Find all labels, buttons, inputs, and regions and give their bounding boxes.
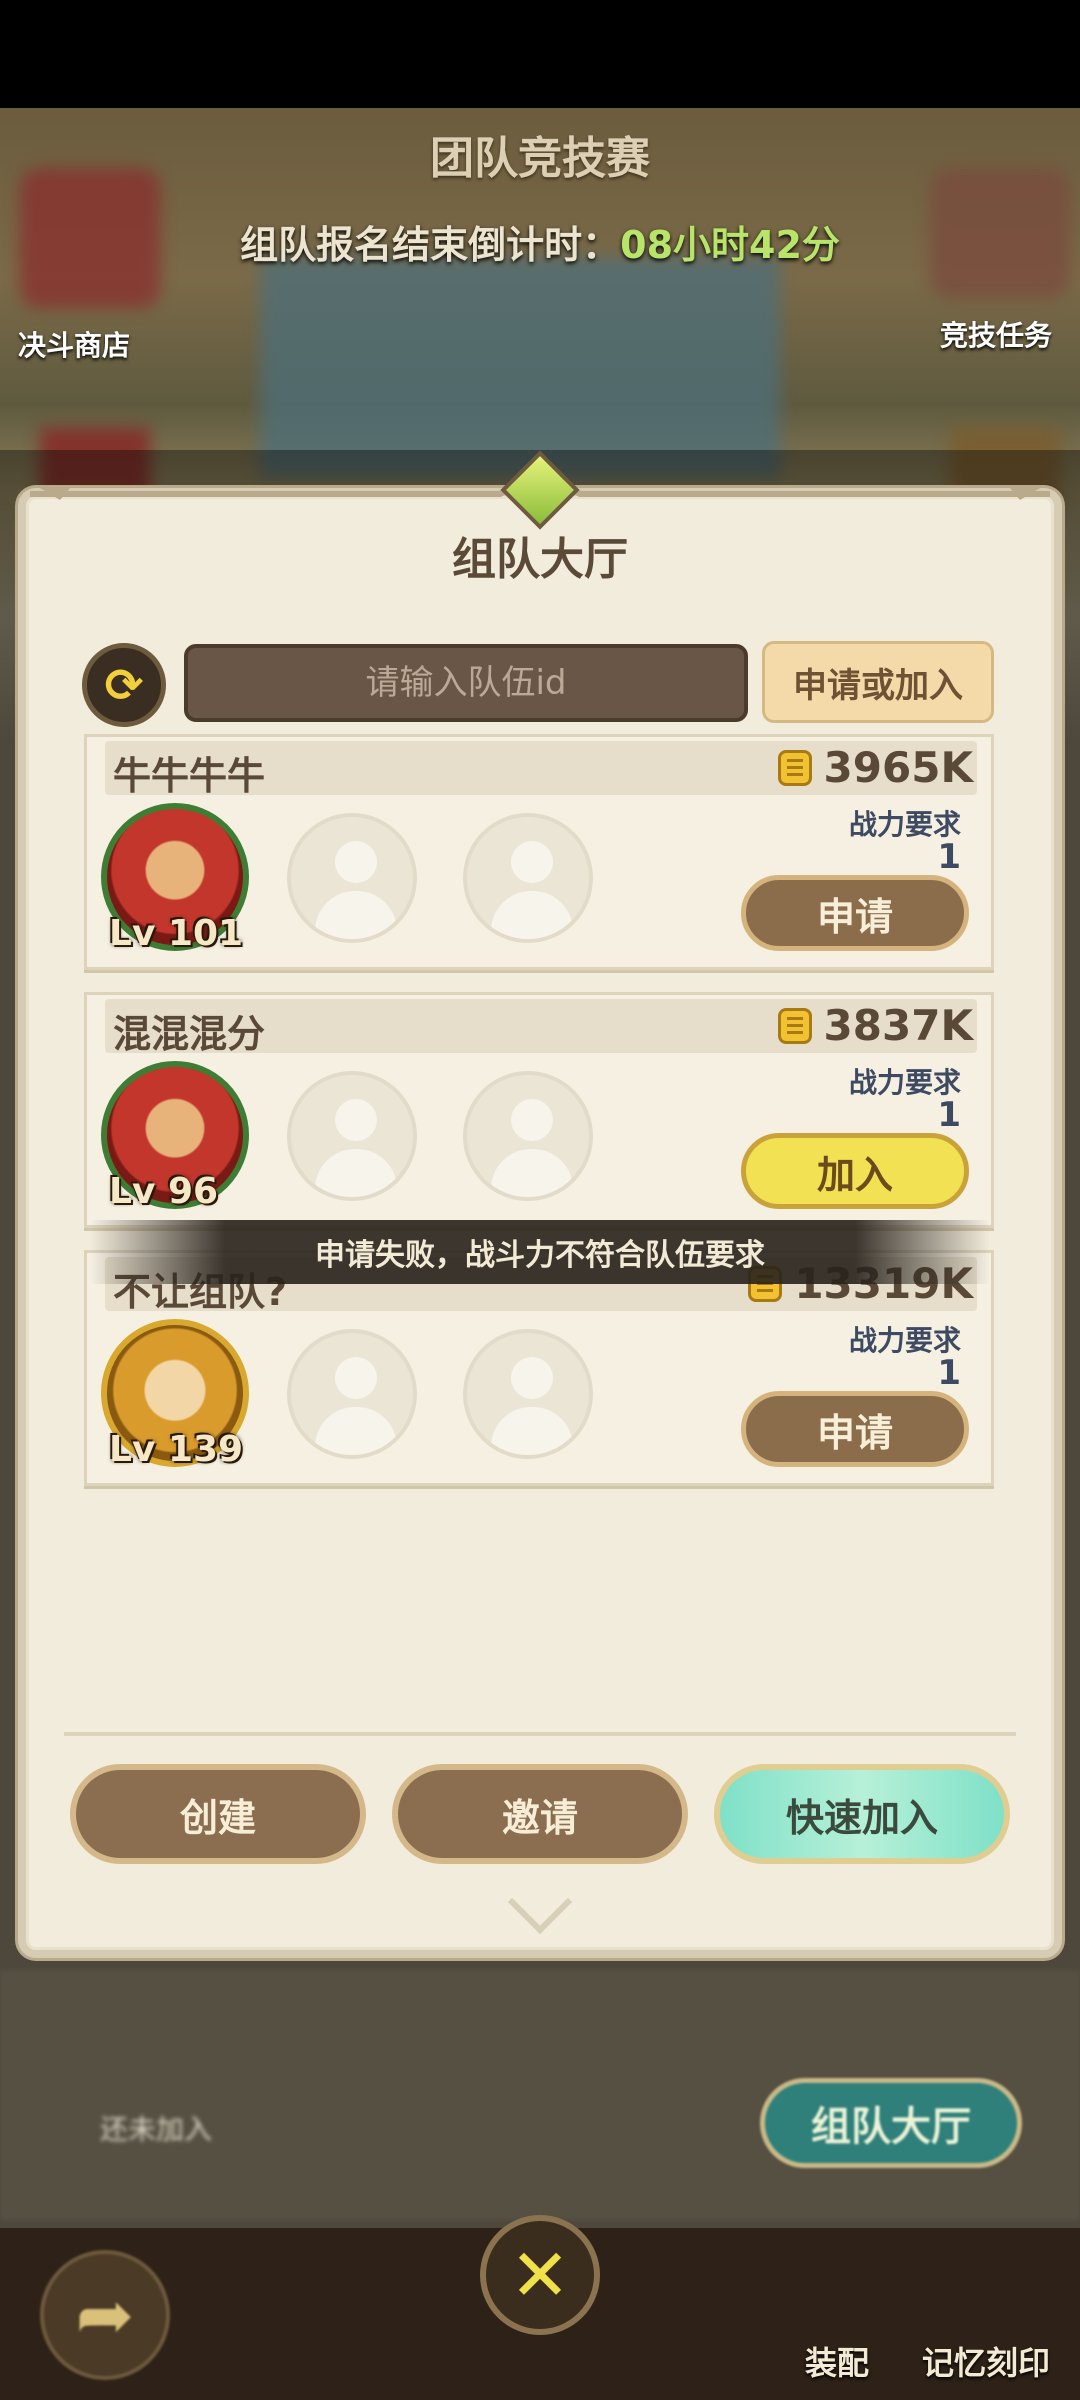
quick-join-button[interactable]: 快速加入 <box>714 1764 1010 1864</box>
panel-divider <box>64 1732 1016 1736</box>
error-toast: 申请失败，战斗力不符合队伍要求 <box>90 1220 990 1284</box>
team-power-value: 3837K <box>823 1001 973 1050</box>
not-joined-label: 还未加入 <box>100 2113 213 2146</box>
team-card: 牛牛牛牛 3965K 战力要求 1 Lv 101 申请 <box>84 734 994 970</box>
power-requirement-value: 1 <box>937 837 961 877</box>
equip-button[interactable]: 装配 <box>805 2338 869 2384</box>
fist-icon <box>777 1007 812 1044</box>
panel-title: 组队大厅 <box>452 534 628 585</box>
signup-countdown: 组队报名结束倒计时：08小时42分 <box>0 214 1080 269</box>
memory-engrave-button[interactable]: 记忆刻印 <box>922 2338 1050 2384</box>
countdown-time: 08小时42分 <box>620 223 840 267</box>
fist-icon <box>777 749 812 786</box>
close-icon[interactable]: ✕ <box>480 2215 600 2335</box>
refresh-icon[interactable]: ⟳ <box>82 643 166 727</box>
team-name: 牛牛牛牛 <box>113 754 266 798</box>
empty-slot-avatar <box>463 813 593 943</box>
team-power-value: 3965K <box>823 743 973 792</box>
team-power: 3837K <box>777 1001 973 1050</box>
empty-slot-avatar <box>287 813 417 943</box>
power-requirement-value: 1 <box>937 1095 961 1135</box>
panel-bottom-ornament <box>507 1897 573 1935</box>
empty-slot-avatar <box>287 1329 417 1459</box>
countdown-label: 组队报名结束倒计时： <box>240 223 621 267</box>
create-button[interactable]: 创建 <box>70 1764 366 1864</box>
back-arrow-icon[interactable]: ➦ <box>40 2250 170 2380</box>
leader-level: Lv 139 <box>109 1429 244 1470</box>
team-power: 3965K <box>777 743 973 792</box>
team-name: 混混混分 <box>113 1012 266 1056</box>
apply-button[interactable]: 申请 <box>741 875 969 951</box>
leader-level: Lv 101 <box>109 913 244 954</box>
leader-level: Lv 96 <box>109 1171 219 1212</box>
status-bar <box>0 0 1080 108</box>
team-card: 混混混分 3837K 战力要求 1 Lv 96 加入 <box>84 992 994 1228</box>
team-card: 不让组队? 13319K 战力要求 1 Lv 139 申请 <box>84 1250 994 1486</box>
arena-title: 团队竞技赛 <box>430 133 650 184</box>
power-requirement-value: 1 <box>937 1353 961 1393</box>
duel-shop-button[interactable]: 决斗商店 <box>18 324 130 364</box>
empty-slot-avatar <box>463 1329 593 1459</box>
join-button[interactable]: 加入 <box>741 1133 969 1209</box>
apply-or-join-button[interactable]: 申请或加入 <box>762 641 994 723</box>
empty-slot-avatar <box>463 1071 593 1201</box>
apply-button[interactable]: 申请 <box>741 1391 969 1467</box>
empty-slot-avatar <box>287 1071 417 1201</box>
invite-button[interactable]: 邀请 <box>392 1764 688 1864</box>
team-hall-button[interactable]: 组队大厅 <box>760 2078 1022 2168</box>
team-id-input[interactable] <box>184 644 748 722</box>
arena-task-button[interactable]: 竞技任务 <box>940 314 1052 354</box>
